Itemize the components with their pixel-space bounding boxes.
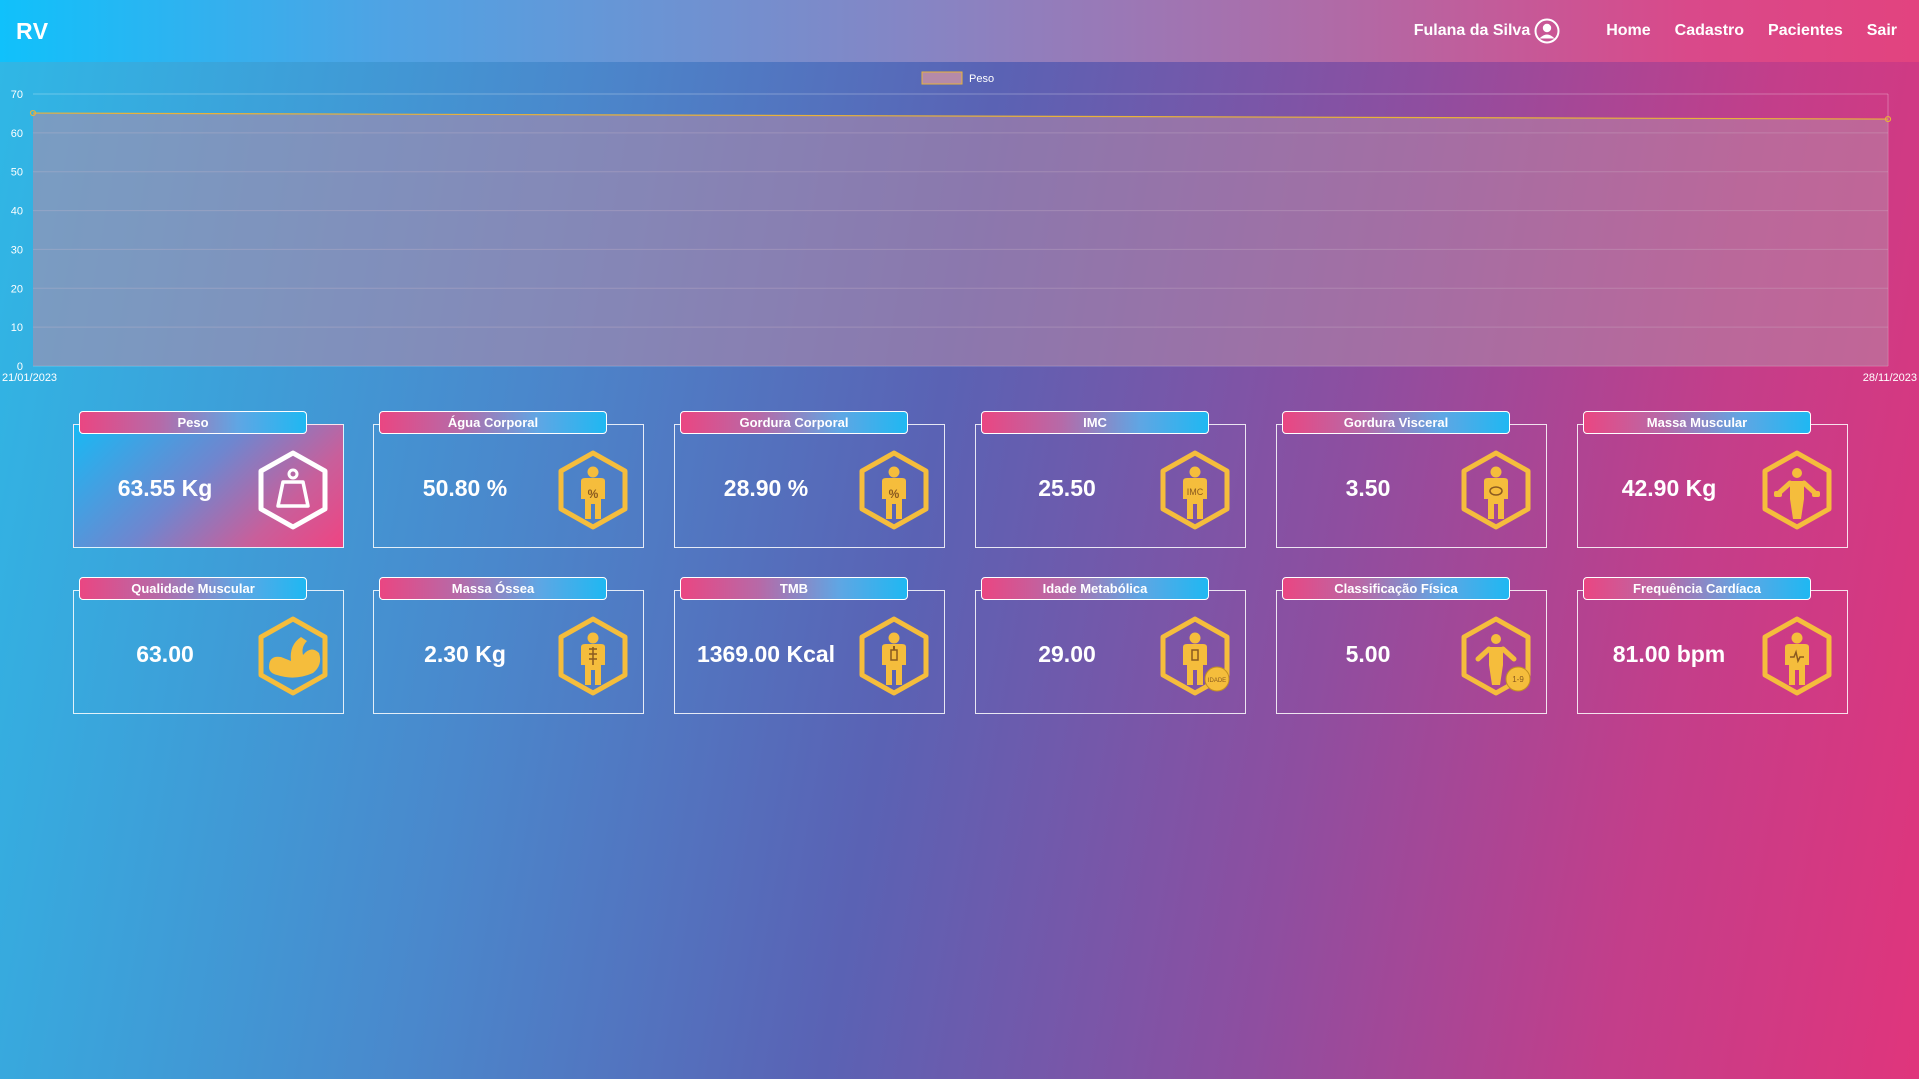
- body-fat-icon: %: [856, 449, 932, 531]
- metric-card[interactable]: Frequência Cardíaca 81.00 bpm: [1577, 577, 1848, 714]
- metric-card[interactable]: Classificação Física 5.00 1-9: [1276, 577, 1547, 714]
- x-tick-label: 28/11/2023: [1863, 372, 1917, 384]
- series-area-peso: [33, 113, 1888, 366]
- user-name: Fulana da Silva: [1413, 22, 1531, 39]
- bone-mass-icon: [555, 615, 631, 697]
- metric-card[interactable]: Massa Óssea 2.30 Kg: [373, 577, 644, 714]
- nav-links: Fulana da Silva Home Cadastro Pacientes …: [1414, 18, 1897, 44]
- metric-card-value: 81.00 bpm: [1612, 641, 1726, 667]
- weight-icon: [255, 449, 331, 531]
- y-tick-label: 20: [11, 283, 23, 295]
- metabolic-age-icon: IDADE: [1157, 615, 1233, 697]
- metric-card-label: Gordura Corporal: [680, 411, 908, 434]
- visceral-fat-icon: [1458, 449, 1534, 531]
- metric-card-label: Gordura Visceral: [1282, 411, 1510, 434]
- metric-card-value: 63.55 Kg: [117, 475, 213, 501]
- metric-card-value: 29.00: [1038, 641, 1096, 667]
- metric-card[interactable]: TMB 1369.00 Kcal: [674, 577, 945, 714]
- y-tick-label: 60: [11, 128, 23, 140]
- physique-rating-icon: 1-9: [1458, 615, 1534, 697]
- svg-text:%: %: [889, 487, 900, 501]
- user-avatar-icon: [1534, 18, 1560, 44]
- metric-card[interactable]: IMC 25.50 IMC: [975, 411, 1246, 548]
- metric-card-value: 3.50: [1345, 475, 1391, 501]
- metric-card[interactable]: Gordura Corporal 28.90 % %: [674, 411, 945, 548]
- navbar: RV Fulana da Silva Home Cadastro Pacient…: [0, 0, 1919, 62]
- legend-label: Peso: [969, 73, 994, 85]
- metric-card[interactable]: Gordura Visceral 3.50: [1276, 411, 1547, 548]
- x-tick-label: 21/01/2023: [2, 372, 57, 384]
- y-tick-label: 30: [11, 244, 23, 256]
- metric-card-label: Água Corporal: [379, 411, 607, 434]
- body-water-icon: %: [555, 449, 631, 531]
- weight-chart: 0 10 20 30 40 50 60 70 21/01/2023 28/11/2023 Peso: [0, 62, 1919, 392]
- bmr-icon: [856, 615, 932, 697]
- metric-card-value: 5.00: [1345, 641, 1391, 667]
- metric-card-label: Peso: [79, 411, 307, 434]
- metric-card-label: IMC: [981, 411, 1209, 434]
- metric-card-label: Massa Muscular: [1583, 411, 1811, 434]
- metric-card-value: 42.90 Kg: [1621, 475, 1717, 501]
- metric-card-label: Idade Metabólica: [981, 577, 1209, 600]
- svg-text:%: %: [588, 487, 599, 501]
- y-tick-label: 70: [11, 89, 23, 101]
- nav-pacientes[interactable]: Pacientes: [1768, 22, 1843, 40]
- nav-home[interactable]: Home: [1606, 22, 1650, 40]
- nav-sair[interactable]: Sair: [1867, 22, 1897, 40]
- metric-card[interactable]: Qualidade Muscular 63.00: [73, 577, 344, 714]
- y-tick-label: 50: [11, 167, 23, 179]
- svg-text:1-9: 1-9: [1512, 675, 1524, 684]
- metric-card-value: 1369.00 Kcal: [696, 641, 836, 667]
- nav-cadastro[interactable]: Cadastro: [1675, 22, 1744, 40]
- metric-card-value: 2.30 Kg: [424, 641, 506, 667]
- y-tick-label: 40: [11, 206, 23, 218]
- weight-chart-svg: 01020304050607021/01/2023 28/11/2023Peso: [2, 71, 1917, 384]
- metric-card[interactable]: Idade Metabólica 29.00 IDADE: [975, 577, 1246, 714]
- user-menu[interactable]: Fulana da Silva: [1414, 18, 1560, 44]
- bmi-icon: IMC: [1157, 449, 1233, 531]
- metric-card-label: Qualidade Muscular: [79, 577, 307, 600]
- muscle-quality-icon: [255, 615, 331, 697]
- metric-card-label: Frequência Cardíaca: [1583, 577, 1811, 600]
- metric-card-label: TMB: [680, 577, 908, 600]
- brand-logo[interactable]: RV: [16, 18, 49, 45]
- metric-card-value: 63.00: [136, 641, 194, 667]
- svg-text:IMC: IMC: [1187, 487, 1204, 497]
- metric-card[interactable]: Peso 63.55 Kg: [73, 411, 344, 548]
- metric-card-value: 25.50: [1038, 475, 1096, 501]
- metric-card-label: Massa Óssea: [379, 577, 607, 600]
- metric-card-value: 50.80 %: [422, 475, 508, 501]
- metric-card-value: 28.90 %: [723, 475, 809, 501]
- svg-text:IDADE: IDADE: [1208, 678, 1226, 684]
- heart-rate-icon: [1759, 615, 1835, 697]
- metric-card[interactable]: Massa Muscular 42.90 Kg: [1577, 411, 1848, 548]
- muscle-mass-icon: [1759, 449, 1835, 531]
- metric-card-label: Classificação Física: [1282, 577, 1510, 600]
- metric-card[interactable]: Água Corporal 50.80 % %: [373, 411, 644, 548]
- y-tick-label: 10: [11, 322, 23, 334]
- legend-swatch: [921, 71, 963, 85]
